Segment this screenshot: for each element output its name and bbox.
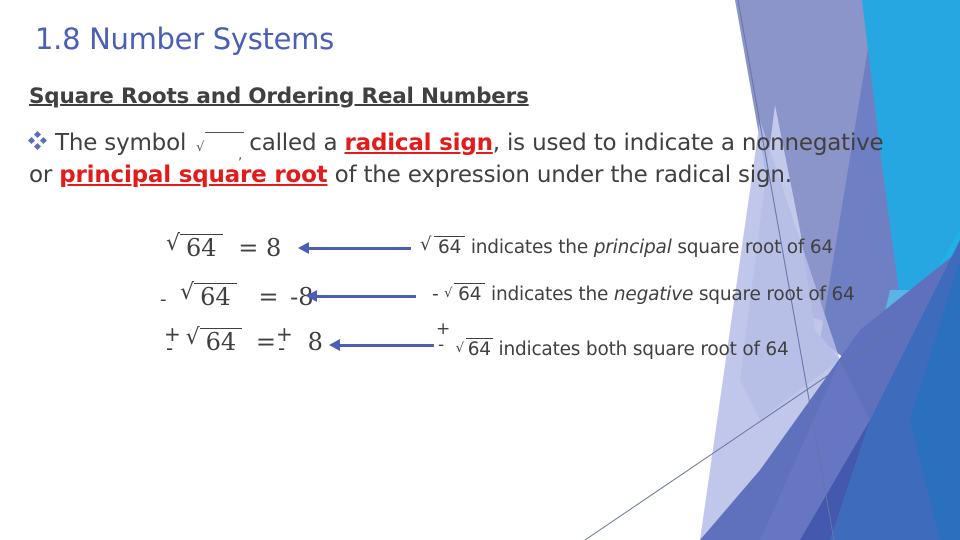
description-principal: √ 64 indicates the principal square root … xyxy=(420,234,834,259)
sqrt-expression: √ 64 xyxy=(444,283,486,306)
plus-minus-symbol: + - xyxy=(275,322,293,360)
term-principal-square-root: principal square root xyxy=(59,162,328,188)
description-both: + - √ 64 indicates both square root of 64 xyxy=(436,319,789,360)
description-negative: - √ 64 indicates the negative square root… xyxy=(432,283,855,306)
equation-negative: - √ 64 = -8 xyxy=(160,280,314,311)
bullet-text-end: of the expression under the radical sign… xyxy=(334,162,792,188)
slide-title: 1.8 Number Systems xyxy=(35,22,334,56)
emphasis-negative: negative xyxy=(613,284,694,305)
plus-minus-symbol: + - xyxy=(164,322,181,360)
radical-symbol-icon: √, xyxy=(194,130,245,163)
sqrt-expression: √ 64 xyxy=(420,234,466,259)
arrow-left-icon xyxy=(306,290,416,302)
decorative-background xyxy=(584,0,960,540)
emphasis-principal: principal xyxy=(593,237,672,258)
sqrt-expression: √ 64 xyxy=(166,231,223,262)
sqrt-expression: √ 64 xyxy=(186,325,243,356)
equation-result: 8 xyxy=(265,234,282,262)
equation-plus-minus: + - √ 64 = + - 8 xyxy=(164,322,323,360)
sqrt-expression: √ 64 xyxy=(180,280,237,311)
bullet-text-start: The symbol xyxy=(55,130,187,156)
bullet-paragraph: The symbol √, called a radical sign, is u… xyxy=(27,127,909,191)
slide-subtitle: Square Roots and Ordering Real Numbers xyxy=(29,84,529,109)
sqrt-expression: √ 64 xyxy=(455,338,493,360)
bullet-text-called: called a xyxy=(249,130,338,156)
equation-principal: √ 64 = 8 xyxy=(166,231,282,262)
plus-minus-symbol: + - xyxy=(436,319,451,355)
arrow-left-icon xyxy=(298,242,411,254)
diamond-bullet-icon xyxy=(27,130,48,151)
equation-result: 8 xyxy=(307,328,323,356)
arrow-left-icon xyxy=(329,339,434,351)
term-radical-sign: radical sign xyxy=(344,130,493,156)
